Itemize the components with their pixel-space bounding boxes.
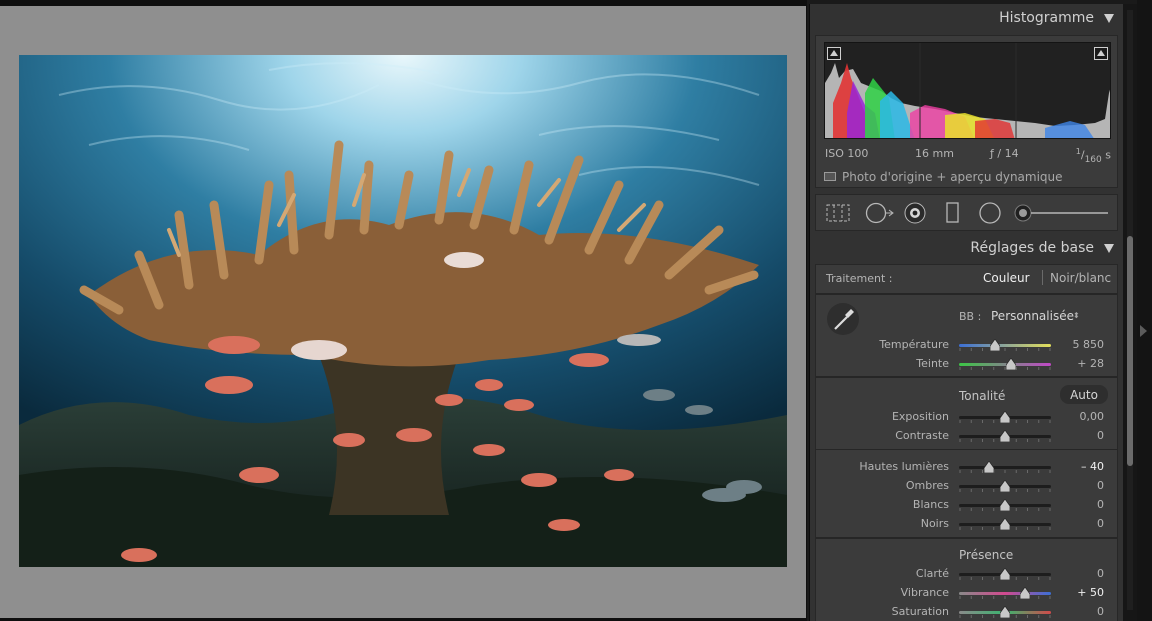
vibrance-slider[interactable] [959, 587, 1051, 599]
slider-thumb[interactable] [1000, 430, 1010, 442]
saturation-slider[interactable] [959, 606, 1051, 618]
iso-value: ISO 100 [825, 147, 869, 160]
slider-ticks [959, 348, 1051, 351]
slider-thumb[interactable] [1000, 411, 1010, 423]
divider [816, 449, 1117, 450]
blacks-label: Noirs [920, 517, 949, 530]
shutter-unit: s [1105, 148, 1111, 162]
slider-ticks [959, 596, 1051, 599]
highlight-clipping-toggle[interactable] [1094, 47, 1108, 60]
slider-thumb[interactable] [984, 461, 995, 473]
preview-mode-label: Photo d'origine + aperçu dynamique [842, 170, 1063, 184]
eyedropper-icon[interactable] [826, 302, 860, 340]
shadow-clipping-toggle[interactable] [827, 47, 841, 60]
vibrance-label: Vibrance [900, 586, 949, 599]
divider [816, 293, 1117, 295]
slider-thumb[interactable] [1000, 499, 1010, 511]
shadows-value[interactable]: 0 [1054, 479, 1104, 492]
histogram-graph[interactable] [824, 42, 1111, 139]
saturation-label: Saturation [891, 605, 949, 618]
exposure-value[interactable]: 0,00 [1054, 410, 1105, 423]
wb-select[interactable]: Personnalisée [991, 309, 1074, 323]
divider [816, 376, 1117, 378]
temperature-slider[interactable] [959, 339, 1051, 351]
highlights-value[interactable]: – 40 [1054, 460, 1104, 473]
clarity-label: Clarté [915, 567, 949, 580]
clarity-value[interactable]: 0 [1054, 567, 1104, 580]
slider-thumb[interactable] [1020, 587, 1031, 599]
expand-right-panel-icon[interactable] [1140, 325, 1147, 337]
develop-right-panel: Histogramme ISO 100 16 mm ƒ / 14 1/160 s… [809, 4, 1123, 621]
histogram-title: Histogramme [999, 10, 1094, 26]
slider-ticks [959, 367, 1051, 370]
clarity-slider[interactable] [959, 568, 1051, 580]
exposure-label: Exposition [891, 410, 949, 423]
panel-edge [1137, 0, 1152, 621]
slider-thumb[interactable] [1000, 568, 1010, 580]
crop-overlay-icon[interactable] [826, 203, 850, 227]
histogram-header[interactable]: Histogramme [810, 4, 1124, 32]
blacks-value[interactable]: 0 [1054, 517, 1104, 530]
contrast-slider[interactable] [959, 430, 1051, 442]
tint-label: Teinte [916, 357, 949, 370]
focal-length: 16 mm [915, 147, 954, 160]
basic-title: Réglages de base [970, 240, 1094, 256]
chevron-updown-icon[interactable]: ⬍ [1073, 311, 1080, 320]
shutter-speed: 1/160 s [1075, 147, 1111, 165]
shadows-slider[interactable] [959, 480, 1051, 492]
loupe-view [0, 0, 807, 621]
spot-removal-icon[interactable] [865, 202, 895, 228]
graduated-filter-icon[interactable] [946, 202, 960, 228]
adjustment-brush-icon[interactable] [1014, 204, 1110, 226]
saturation-value[interactable]: 0 [1054, 605, 1104, 618]
slider-thumb[interactable] [1006, 358, 1017, 370]
basic-panel: Traitement : Couleur Noir/blanc BB : Per… [815, 264, 1118, 621]
highlights-label: Hautes lumières [859, 460, 949, 473]
treatment-divider [1042, 270, 1043, 285]
panel-scrollbar[interactable] [1123, 4, 1137, 621]
aperture-value: ƒ / 14 [990, 147, 1019, 160]
blacks-slider[interactable] [959, 518, 1051, 530]
shutter-numerator: 1 [1075, 147, 1081, 156]
exif-info: ISO 100 16 mm ƒ / 14 1/160 s [825, 147, 1111, 165]
shadows-label: Ombres [905, 479, 949, 492]
slider-thumb[interactable] [989, 339, 1000, 351]
collapse-triangle-icon[interactable] [1104, 14, 1114, 23]
wb-label: BB : [959, 310, 982, 323]
temperature-value[interactable]: 5 850 [1054, 338, 1105, 351]
treatment-color-option[interactable]: Couleur [983, 271, 1030, 285]
exposure-slider[interactable] [959, 411, 1051, 423]
collapse-triangle-icon[interactable] [1104, 244, 1114, 253]
slider-thumb[interactable] [1000, 480, 1010, 492]
tonality-heading: Tonalité [959, 389, 1006, 403]
whites-label: Blancs [912, 498, 949, 511]
divider [816, 537, 1117, 539]
histogram-panel: ISO 100 16 mm ƒ / 14 1/160 s Photo d'ori… [815, 35, 1118, 188]
basic-header[interactable]: Réglages de base [810, 234, 1124, 262]
presence-heading: Présence [959, 548, 1014, 562]
red-eye-icon[interactable] [903, 202, 927, 228]
tint-value[interactable]: + 28 [1054, 357, 1104, 370]
vibrance-value[interactable]: + 50 [1054, 586, 1104, 599]
slider-ticks [959, 470, 1051, 473]
radial-filter-icon[interactable] [978, 202, 1002, 228]
whites-slider[interactable] [959, 499, 1051, 511]
slider-thumb[interactable] [1000, 606, 1010, 618]
treatment-label: Traitement : [826, 272, 893, 285]
photo-preview[interactable] [19, 55, 787, 567]
auto-button[interactable]: Auto [1060, 385, 1108, 404]
highlights-slider[interactable] [959, 461, 1051, 473]
contrast-label: Contraste [895, 429, 949, 442]
tool-strip [815, 194, 1118, 231]
slider-thumb[interactable] [1000, 518, 1010, 530]
tint-slider[interactable] [959, 358, 1051, 370]
contrast-value[interactable]: 0 [1054, 429, 1104, 442]
scroll-thumb[interactable] [1127, 236, 1133, 466]
shutter-denominator: 160 [1084, 154, 1102, 165]
treatment-bw-option[interactable]: Noir/blanc [1050, 271, 1111, 285]
auto-label: Auto [1070, 388, 1098, 402]
photo-icon [824, 172, 836, 181]
whites-value[interactable]: 0 [1054, 498, 1104, 511]
temperature-label: Température [879, 338, 949, 351]
